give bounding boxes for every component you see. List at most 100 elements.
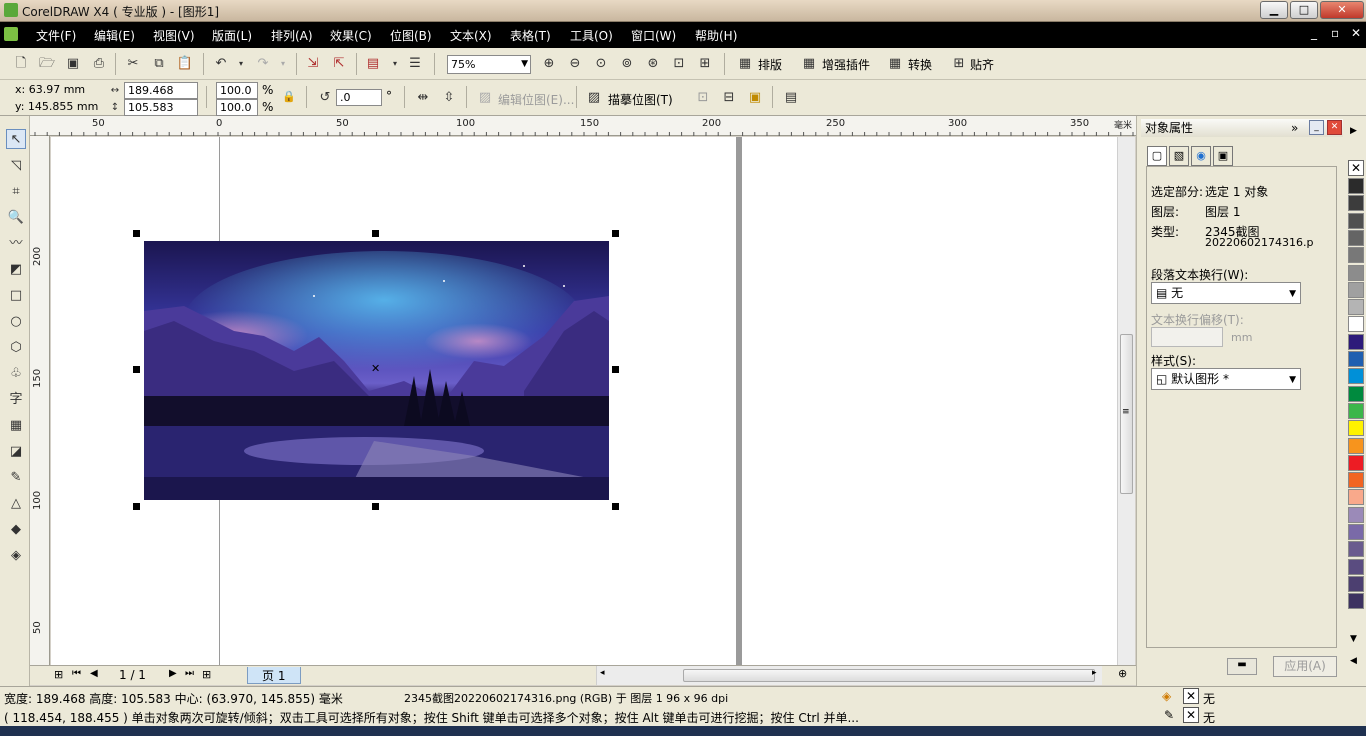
center-marker-icon[interactable]: ✕ bbox=[371, 362, 380, 375]
color-swatch[interactable] bbox=[1348, 299, 1364, 316]
color-swatch[interactable] bbox=[1348, 558, 1364, 575]
resize-handle-bottom-right[interactable] bbox=[612, 503, 619, 510]
height-field[interactable]: 105.583 mm bbox=[124, 99, 198, 129]
menu-file[interactable]: 文件(F) bbox=[36, 27, 76, 44]
color-swatch[interactable] bbox=[1348, 489, 1364, 506]
redo-dropdown-icon[interactable]: ▾ bbox=[274, 55, 292, 73]
close-button[interactable]: ✕ bbox=[1320, 1, 1364, 19]
wrap-text-icon[interactable]: ▤ bbox=[782, 89, 800, 107]
width-field[interactable]: 189.468 mm bbox=[124, 82, 198, 112]
docker-expand-icon[interactable]: » bbox=[1291, 119, 1298, 137]
ellipse-tool-icon[interactable]: ○ bbox=[6, 312, 26, 332]
new-icon[interactable]: 🗋 bbox=[12, 55, 30, 73]
menu-edit[interactable]: 编辑(E) bbox=[94, 27, 135, 44]
horizontal-scroll-thumb[interactable] bbox=[683, 669, 1095, 682]
palette-expand-icon[interactable]: ◀ bbox=[1350, 656, 1357, 666]
top-ruler[interactable]: 50 0 50 100 150 200 250 300 350 毫米 bbox=[30, 116, 1136, 136]
apply-button[interactable]: 应用(A) bbox=[1273, 656, 1337, 677]
color-swatch[interactable] bbox=[1348, 575, 1364, 592]
fill-tool-icon[interactable]: ◆ bbox=[6, 520, 26, 540]
undo-dropdown-icon[interactable]: ▾ bbox=[232, 55, 250, 73]
color-swatch[interactable] bbox=[1348, 264, 1364, 281]
zoom-tool-icon[interactable]: 🔍 bbox=[6, 208, 26, 228]
navigator-zoom-icon[interactable]: ⊕ bbox=[1118, 667, 1127, 680]
menu-help[interactable]: 帮助(H) bbox=[695, 27, 737, 44]
doc-minimize-button[interactable]: _ bbox=[1311, 26, 1317, 40]
scroll-right-icon[interactable]: ▸ bbox=[1092, 668, 1097, 678]
doc-close-button[interactable]: ✕ bbox=[1351, 26, 1361, 40]
text-tool-icon[interactable]: 字 bbox=[6, 390, 26, 410]
zoom-height-icon[interactable]: ⊞ bbox=[696, 55, 714, 73]
resize-handle-bottom[interactable] bbox=[372, 503, 379, 510]
next-page-icon[interactable]: ▶ bbox=[169, 668, 177, 679]
color-swatch[interactable] bbox=[1348, 316, 1364, 333]
last-page-icon[interactable]: ⏭ bbox=[185, 668, 194, 679]
freehand-tool-icon[interactable]: 〰 bbox=[6, 234, 26, 254]
table-tool-icon[interactable]: ▦ bbox=[6, 416, 26, 436]
color-swatch[interactable] bbox=[1348, 195, 1364, 212]
zoom-in-icon[interactable]: ⊕ bbox=[540, 55, 558, 73]
import-icon[interactable]: ⇲ bbox=[304, 55, 322, 73]
menu-arrange[interactable]: 排列(A) bbox=[271, 27, 313, 44]
no-color-swatch[interactable]: ✕ bbox=[1348, 160, 1364, 176]
color-swatch[interactable] bbox=[1348, 454, 1364, 471]
snap-button[interactable]: 贴齐 bbox=[970, 56, 994, 73]
tab-internet-icon[interactable]: ◉ bbox=[1191, 146, 1211, 166]
color-swatch[interactable] bbox=[1348, 351, 1364, 367]
color-swatch[interactable] bbox=[1348, 212, 1364, 229]
undo-icon[interactable]: ↶ bbox=[212, 55, 230, 73]
resize-handle-top-left[interactable] bbox=[133, 230, 140, 237]
left-ruler[interactable]: 200 150 100 50 bbox=[30, 136, 50, 666]
resize-handle-bottom-left[interactable] bbox=[133, 503, 140, 510]
zoom-all-icon[interactable]: ⊚ bbox=[618, 55, 636, 73]
export-icon[interactable]: ⇱ bbox=[330, 55, 348, 73]
color-swatch[interactable] bbox=[1348, 437, 1364, 454]
outline-none-swatch[interactable]: ✕ bbox=[1183, 707, 1199, 723]
rotation-field[interactable]: .0 bbox=[336, 89, 382, 106]
wrap-select[interactable]: ▤ 无 ▼ bbox=[1151, 282, 1301, 304]
zoom-page-icon[interactable]: ⊛ bbox=[644, 55, 662, 73]
scale-width-field[interactable]: 100.0 bbox=[216, 82, 258, 99]
color-swatch[interactable] bbox=[1348, 524, 1364, 540]
docker-minimize-button[interactable]: _ bbox=[1309, 120, 1324, 135]
enhance-plugin-button[interactable]: 增强插件 bbox=[822, 56, 870, 73]
zoom-selected-icon[interactable]: ⊙ bbox=[592, 55, 610, 73]
color-swatch[interactable] bbox=[1348, 281, 1364, 298]
color-swatch[interactable] bbox=[1348, 333, 1364, 350]
color-swatch[interactable] bbox=[1348, 593, 1364, 610]
docker-close-button[interactable]: ✕ bbox=[1327, 120, 1342, 135]
doc-restore-button[interactable]: ▫ bbox=[1331, 26, 1339, 40]
resize-handle-top[interactable] bbox=[372, 230, 379, 237]
welcome-screen-icon[interactable]: ☰ bbox=[406, 55, 424, 73]
convert-button[interactable]: 转换 bbox=[908, 56, 932, 73]
add-page-before-icon[interactable]: ⊞ bbox=[54, 668, 63, 681]
layout-button[interactable]: 排版 bbox=[758, 56, 782, 73]
color-swatch[interactable] bbox=[1348, 420, 1364, 437]
add-page-after-icon[interactable]: ⊞ bbox=[202, 668, 211, 681]
scale-height-field[interactable]: 100.0 bbox=[216, 99, 258, 116]
crop-bitmap-icon[interactable]: ⊡ bbox=[694, 89, 712, 107]
style-select[interactable]: ◱ 默认图形 * ▼ bbox=[1151, 368, 1301, 390]
y-position-field[interactable]: y: 145.855 mm bbox=[12, 99, 102, 116]
outline-tool-icon[interactable]: △ bbox=[6, 494, 26, 514]
polygon-tool-icon[interactable]: ⬡ bbox=[6, 338, 26, 358]
plugin-icon[interactable]: ▦ bbox=[800, 55, 818, 73]
maximize-button[interactable]: □ bbox=[1290, 1, 1318, 19]
snap-icon[interactable]: ⊞ bbox=[950, 55, 968, 73]
lock-icon[interactable]: ▬ bbox=[1227, 658, 1257, 675]
drawing-canvas[interactable]: ✕ bbox=[51, 137, 1117, 665]
edit-bitmap-button[interactable]: 编辑位图(E)... bbox=[498, 91, 574, 108]
menu-table[interactable]: 表格(T) bbox=[510, 27, 551, 44]
trace-bitmap-button[interactable]: 描摹位图(T) bbox=[608, 91, 673, 108]
zoom-out-icon[interactable]: ⊖ bbox=[566, 55, 584, 73]
convert-icon[interactable]: ▦ bbox=[886, 55, 904, 73]
redo-icon[interactable]: ↷ bbox=[254, 55, 272, 73]
tab-bitmap-icon[interactable]: ▧ bbox=[1169, 146, 1189, 166]
paste-icon[interactable]: 📋 bbox=[176, 55, 194, 73]
shape-tool-icon[interactable]: ◹ bbox=[6, 156, 26, 176]
x-position-field[interactable]: x: 63.97 mm bbox=[12, 82, 102, 99]
resize-handle-right[interactable] bbox=[612, 366, 619, 373]
resize-handle-top-right[interactable] bbox=[612, 230, 619, 237]
cut-icon[interactable]: ✂ bbox=[124, 55, 142, 73]
interactive-fill-tool-icon[interactable]: ◈ bbox=[6, 546, 26, 566]
